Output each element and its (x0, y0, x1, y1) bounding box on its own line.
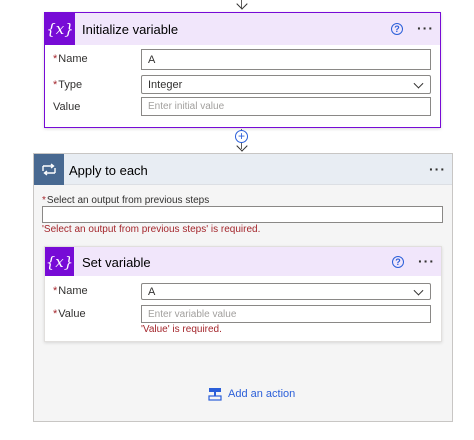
initialize-variable-header[interactable]: {x} Initialize variable ? ··· (45, 13, 440, 45)
add-action-icon (208, 388, 222, 401)
value-label: Value (53, 101, 81, 113)
value-error: 'Value' is required. (141, 324, 222, 335)
required-marker: * (53, 53, 58, 65)
required-marker: * (42, 195, 46, 206)
select-output-label: *Select an output from previous steps (42, 195, 210, 206)
select-output-error: 'Select an output from previous steps' i… (42, 224, 261, 235)
name-label: *Name (53, 53, 88, 65)
set-variable-title[interactable]: Set variable (82, 255, 151, 270)
more-options-icon[interactable]: ··· (429, 162, 446, 176)
apply-to-each-title[interactable]: Apply to each (69, 163, 148, 178)
name-label: *Name (53, 285, 88, 297)
help-icon[interactable]: ? (391, 23, 403, 35)
value-label: *Value (53, 308, 86, 320)
type-label: *Type (53, 79, 83, 91)
variable-icon: {x} (45, 13, 75, 45)
set-variable-header[interactable]: {x} Set variable ? ··· (45, 247, 441, 276)
help-icon[interactable]: ? (392, 256, 404, 268)
type-dropdown[interactable]: Integer (141, 75, 431, 94)
loop-icon-box (34, 154, 64, 185)
required-marker: * (53, 285, 58, 297)
type-dropdown-value: Integer (148, 78, 183, 91)
name-input[interactable]: A (141, 49, 431, 70)
chevron-down-icon (413, 285, 424, 296)
top-connector-arrow-icon (235, 0, 248, 10)
loop-icon (42, 163, 56, 176)
more-options-icon[interactable]: ··· (417, 21, 434, 35)
set-variable-card[interactable]: {x} Set variable ? ··· *Name A *Value En… (44, 246, 442, 342)
value-input[interactable]: Enter initial value (141, 97, 431, 116)
required-marker: * (53, 79, 58, 91)
initialize-variable-card[interactable]: {x} Initialize variable ? ··· *Name A *T… (44, 12, 441, 128)
value-input[interactable]: Enter variable value (141, 305, 431, 323)
name-dropdown[interactable]: A (141, 283, 431, 300)
select-output-input[interactable] (42, 206, 443, 223)
more-options-icon[interactable]: ··· (418, 254, 435, 268)
apply-to-each-header[interactable]: Apply to each ··· (34, 154, 452, 185)
add-action-button[interactable]: Add an action (208, 386, 295, 402)
initialize-variable-title[interactable]: Initialize variable (82, 22, 178, 37)
variable-icon: {x} (45, 247, 74, 276)
chevron-down-icon (413, 78, 424, 89)
name-dropdown-value: A (148, 285, 156, 298)
apply-to-each-card[interactable]: Apply to each ··· *Select an output from… (33, 153, 453, 422)
required-marker: * (53, 308, 58, 320)
add-action-label[interactable]: Add an action (228, 388, 295, 400)
